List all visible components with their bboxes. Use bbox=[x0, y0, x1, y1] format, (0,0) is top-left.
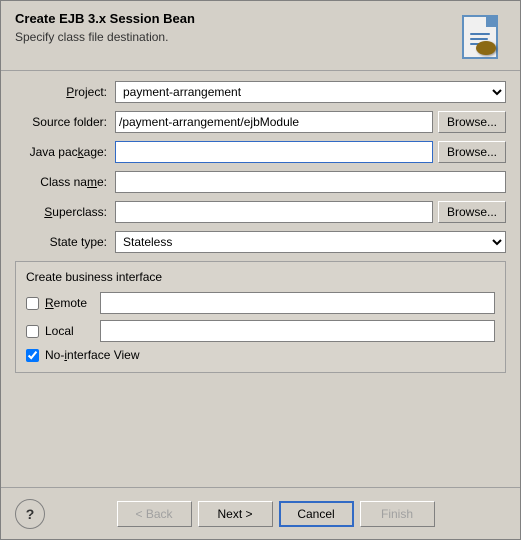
help-icon: ? bbox=[26, 506, 35, 522]
help-button[interactable]: ? bbox=[15, 499, 45, 529]
doc-icon bbox=[462, 15, 498, 59]
icon-line bbox=[470, 33, 490, 35]
icon-line bbox=[470, 38, 488, 40]
local-input[interactable] bbox=[100, 320, 495, 342]
finish-button[interactable]: Finish bbox=[360, 501, 435, 527]
project-combo-wrapper: payment-arrangement bbox=[115, 81, 506, 103]
source-folder-row: Source folder: Browse... bbox=[15, 111, 506, 133]
project-select[interactable]: payment-arrangement bbox=[115, 81, 506, 103]
dialog-title: Create EJB 3.x Session Bean bbox=[15, 11, 454, 26]
superclass-input[interactable] bbox=[115, 201, 433, 223]
state-type-select[interactable]: Stateless Stateful Singleton bbox=[115, 231, 506, 253]
next-button[interactable]: Next > bbox=[198, 501, 273, 527]
header-text: Create EJB 3.x Session Bean Specify clas… bbox=[15, 11, 454, 44]
class-name-input[interactable] bbox=[115, 171, 506, 193]
ejb-icon bbox=[454, 11, 506, 63]
class-name-row: Class name: bbox=[15, 171, 506, 193]
superclass-row: Superclass: Browse... bbox=[15, 201, 506, 223]
java-package-input[interactable] bbox=[115, 141, 433, 163]
create-ejb-dialog: Create EJB 3.x Session Bean Specify clas… bbox=[0, 0, 521, 540]
footer-buttons: < Back Next > Cancel Finish bbox=[45, 501, 506, 527]
business-interface-label: Create business interface bbox=[26, 270, 495, 284]
java-package-label: Java package: bbox=[15, 145, 115, 159]
no-interface-label: No-interface View bbox=[45, 348, 140, 362]
source-folder-browse-button[interactable]: Browse... bbox=[438, 111, 506, 133]
dialog-subtitle: Specify class file destination. bbox=[15, 30, 454, 44]
project-label: Project: bbox=[15, 85, 115, 99]
remote-row: Remote bbox=[26, 292, 495, 314]
local-row: Local bbox=[26, 320, 495, 342]
remote-checkbox[interactable] bbox=[26, 297, 39, 310]
local-label: Local bbox=[45, 324, 100, 338]
dialog-header: Create EJB 3.x Session Bean Specify clas… bbox=[1, 1, 520, 71]
dialog-footer: ? < Back Next > Cancel Finish bbox=[1, 487, 520, 539]
remote-label: Remote bbox=[45, 296, 100, 310]
business-interface-group: Create business interface Remote Local N… bbox=[15, 261, 506, 373]
source-folder-label: Source folder: bbox=[15, 115, 115, 129]
superclass-browse-button[interactable]: Browse... bbox=[438, 201, 506, 223]
state-type-row: State type: Stateless Stateful Singleton bbox=[15, 231, 506, 253]
remote-input[interactable] bbox=[100, 292, 495, 314]
bean-icon bbox=[476, 41, 496, 55]
source-folder-input[interactable] bbox=[115, 111, 433, 133]
state-type-combo-wrapper: Stateless Stateful Singleton bbox=[115, 231, 506, 253]
local-checkbox[interactable] bbox=[26, 325, 39, 338]
state-type-label: State type: bbox=[15, 235, 115, 249]
superclass-label: Superclass: bbox=[15, 205, 115, 219]
class-name-label: Class name: bbox=[15, 175, 115, 189]
back-button[interactable]: < Back bbox=[117, 501, 192, 527]
cancel-button[interactable]: Cancel bbox=[279, 501, 354, 527]
project-row: Project: payment-arrangement bbox=[15, 81, 506, 103]
no-interface-row: No-interface View bbox=[26, 348, 495, 362]
no-interface-checkbox[interactable] bbox=[26, 349, 39, 362]
java-package-row: Java package: Browse... bbox=[15, 141, 506, 163]
java-package-browse-button[interactable]: Browse... bbox=[438, 141, 506, 163]
form-content: Project: payment-arrangement Source fold… bbox=[1, 71, 520, 487]
